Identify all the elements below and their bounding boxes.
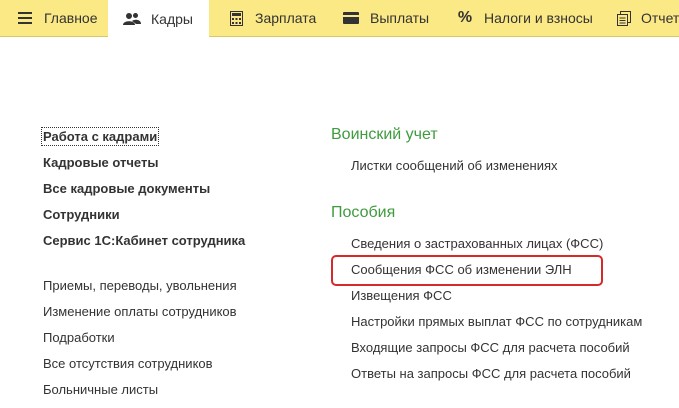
tab-label: Главное [44,10,98,26]
percent-icon: % [457,9,473,26]
top-navigation-bar: Главное Кадры Зарплата Выплаты % Налоги … [0,0,679,37]
menu-link-side-jobs[interactable]: Подработки [43,330,115,345]
menu-link-hr-work[interactable]: Работа с кадрами [40,127,160,146]
hamburger-menu-icon [16,9,34,27]
menu-link-hiring-transfers[interactable]: Приемы, переводы, увольнения [43,278,237,293]
calculator-icon [227,9,245,27]
people-icon [123,10,141,28]
tab-hr[interactable]: Кадры [108,0,209,37]
tab-main[interactable]: Главное [0,0,108,36]
menu-link-sick-leaves[interactable]: Больничные листы [43,382,158,397]
menu-link-all-hr-documents[interactable]: Все кадровые документы [43,181,210,196]
tab-payments[interactable]: Выплаты [325,0,440,36]
menu-link-employees[interactable]: Сотрудники [43,207,120,222]
menu-link-pay-changes[interactable]: Изменение оплаты сотрудников [43,304,237,319]
menu-link-employee-cabinet-service[interactable]: Сервис 1С:Кабинет сотрудника [43,233,245,248]
tab-taxes[interactable]: % Налоги и взносы [440,0,602,36]
tab-reports[interactable]: Отчет [602,0,679,36]
menu-link-fss-notices[interactable]: Извещения ФСС [351,288,452,303]
tab-label: Зарплата [255,10,317,26]
tab-label: Налоги и взносы [484,10,593,26]
menu-link-direct-payment-settings[interactable]: Настройки прямых выплат ФСС по сотрудник… [351,314,642,329]
wallet-icon [342,9,360,27]
section-title-military: Воинский учет [331,126,438,143]
menu-link-fss-request-answers[interactable]: Ответы на запросы ФСС для расчета пособи… [351,366,631,381]
section-title-benefits: Пособия [331,204,396,221]
reports-icon [617,9,631,27]
menu-link-all-absences[interactable]: Все отсутствия сотрудников [43,356,213,371]
tab-salary[interactable]: Зарплата [209,0,325,36]
menu-link-hr-reports[interactable]: Кадровые отчеты [43,155,158,170]
menu-link-incoming-fss-requests[interactable]: Входящие запросы ФСС для расчета пособий [351,340,630,355]
tab-label: Кадры [151,10,193,27]
menu-link-military-change-sheets[interactable]: Листки сообщений об изменениях [351,158,558,173]
tab-label: Отчет [641,10,679,26]
tab-label: Выплаты [370,10,430,26]
menu-link-fss-eln-messages[interactable]: Сообщения ФСС об изменении ЭЛН [351,262,572,277]
menu-link-insured-persons-info[interactable]: Сведения о застрахованных лицах (ФСС) [351,236,603,251]
